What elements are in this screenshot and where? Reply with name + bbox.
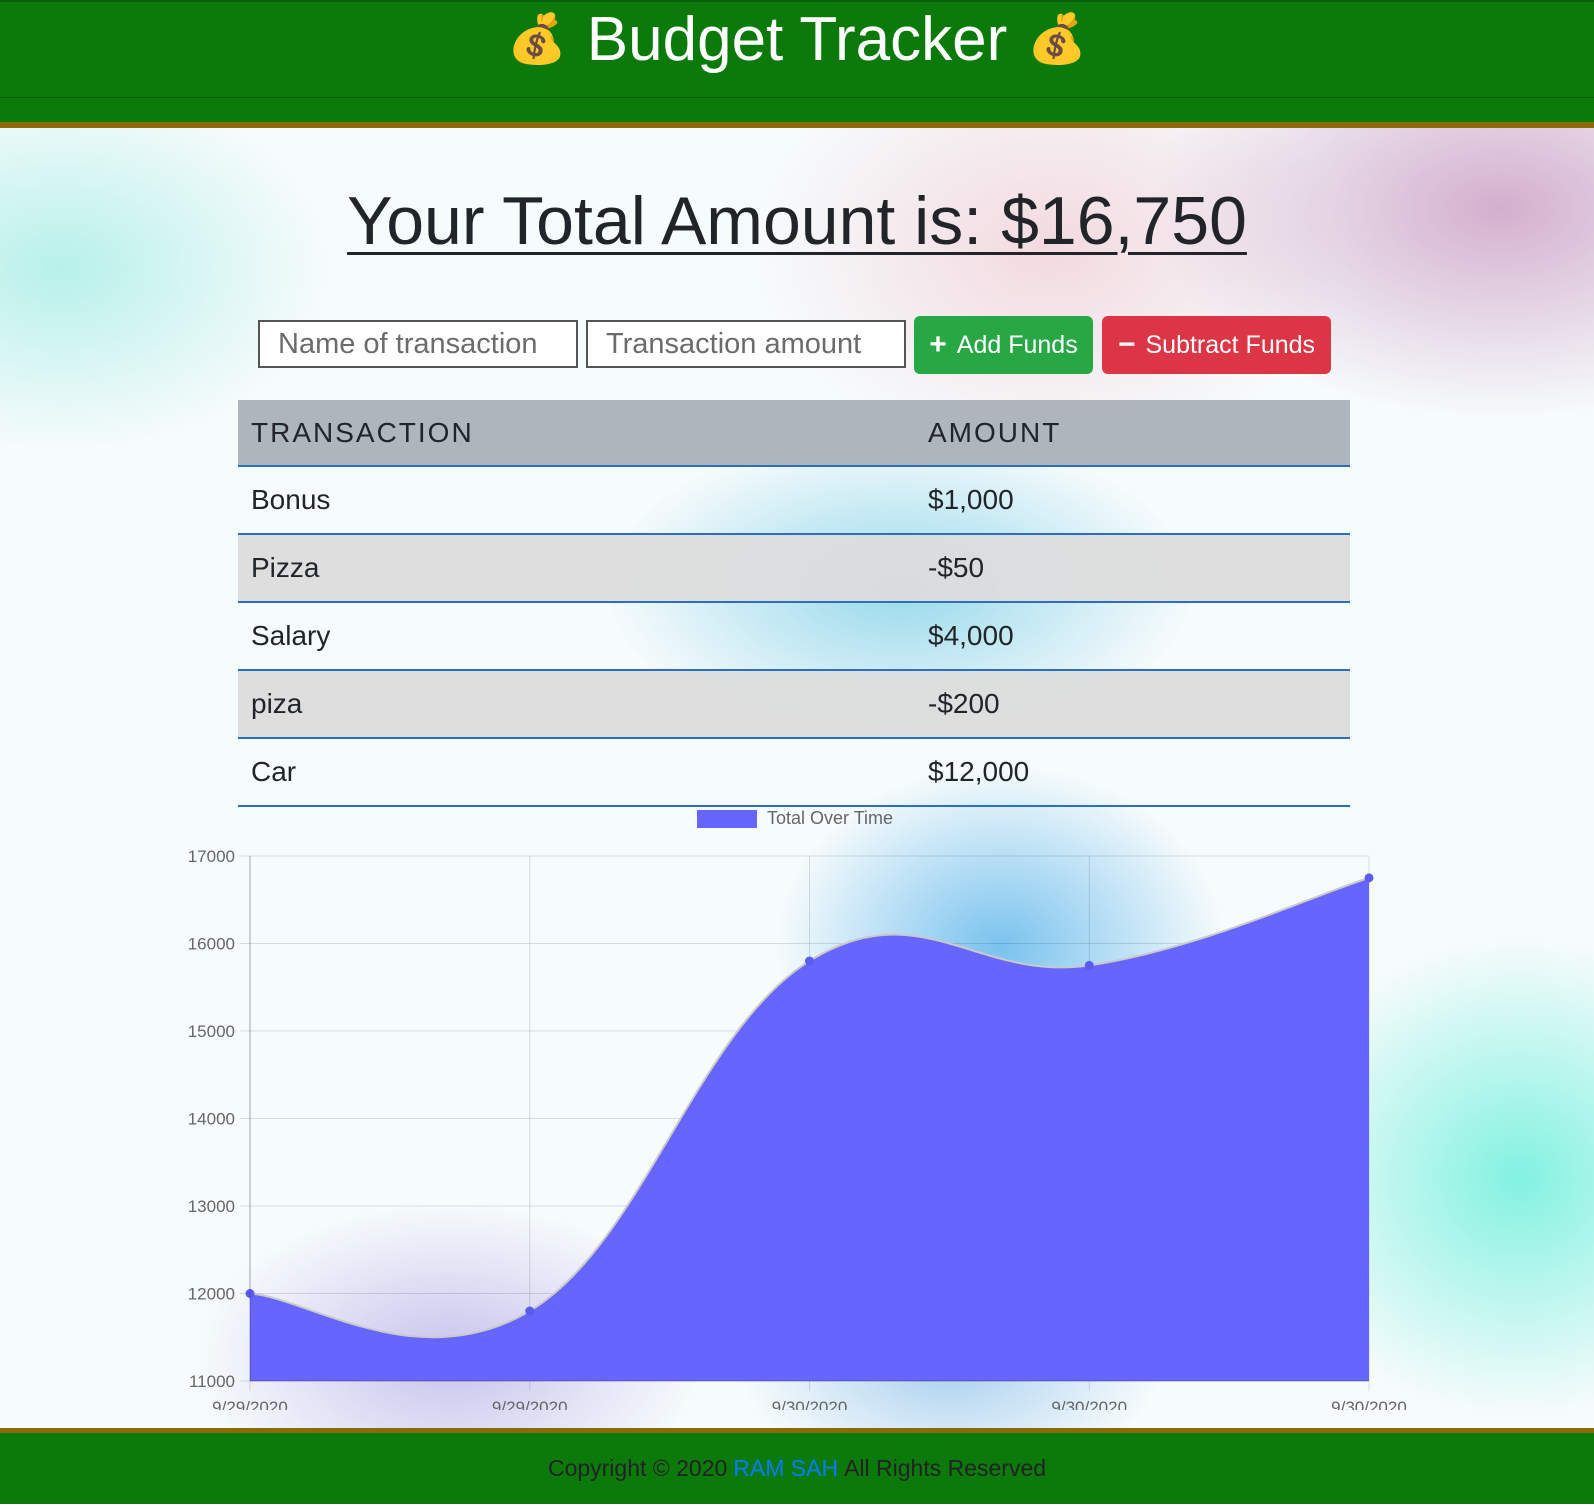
x-tick-label: 9/30/2020 [1331, 1398, 1407, 1410]
y-tick-label: 14000 [188, 1110, 235, 1129]
total-over-time-chart: 11000 12000 13000 14000 15000 16000 17000 9/29/… [188, 810, 1407, 1410]
add-funds-button[interactable]: + Add Funds [914, 316, 1093, 374]
add-funds-label: Add Funds [956, 330, 1078, 359]
table-row: Salary $4,000 [238, 602, 1350, 671]
data-point [525, 1306, 535, 1316]
author-link[interactable]: RAM SAH [733, 1455, 838, 1482]
data-point [805, 956, 814, 966]
y-tick-label: 13000 [188, 1197, 235, 1216]
legend-swatch [697, 810, 757, 828]
data-point [1364, 873, 1374, 883]
rights-text: All Rights Reserved [844, 1455, 1047, 1481]
table-row: Pizza -$50 [238, 534, 1350, 603]
column-header-transaction: TRANSACTION [238, 400, 915, 467]
x-tick-label: 9/30/2020 [1051, 1398, 1127, 1410]
legend-label: Total Over Time [767, 810, 893, 828]
bottom-strip [0, 1504, 1594, 1510]
transaction-name: Bonus [238, 466, 915, 535]
transaction-amount-input[interactable] [586, 320, 906, 368]
total-amount: Your Total Amount is: $16,750 [347, 183, 1247, 259]
transaction-name: Pizza [238, 534, 915, 603]
x-tick-label: 9/29/2020 [212, 1398, 288, 1410]
page-title: Budget Tracker [586, 4, 1008, 74]
transaction-name: Car [238, 738, 915, 807]
y-tick-label: 17000 [188, 847, 235, 866]
money-bag-icon: 💰 [1027, 12, 1087, 66]
y-tick-label: 15000 [188, 1022, 235, 1041]
y-tick-label: 11000 [189, 1372, 235, 1391]
transaction-amount: $1,000 [915, 466, 1350, 535]
transactions-table: TRANSACTION AMOUNT Bonus $1,000 Pizza -$… [238, 400, 1350, 807]
subtract-funds-button[interactable]: − Subtract Funds [1102, 316, 1331, 374]
transaction-amount: $4,000 [915, 602, 1350, 671]
x-tick-label: 9/29/2020 [492, 1398, 568, 1410]
table-row: Bonus $1,000 [238, 466, 1350, 535]
data-point [1084, 960, 1094, 970]
minus-icon: − [1117, 328, 1136, 361]
transaction-amount: -$200 [915, 670, 1350, 739]
transaction-name-input[interactable] [258, 320, 578, 368]
copyright-text: Copyright © 2020 [547, 1455, 728, 1481]
column-header-amount: AMOUNT [915, 400, 1350, 467]
y-tick-label: 12000 [188, 1285, 235, 1304]
money-bag-icon: 💰 [507, 12, 567, 66]
x-tick-label: 9/30/2020 [772, 1398, 848, 1410]
transaction-amount: -$50 [915, 534, 1350, 603]
transaction-form: + Add Funds − Subtract Funds [0, 316, 1594, 376]
page-footer: Copyright © 2020 RAM SAH All Rights Rese… [0, 1428, 1594, 1504]
transaction-amount: $12,000 [915, 738, 1350, 807]
plus-icon: + [929, 328, 947, 361]
table-row: Car $12,000 [238, 738, 1350, 807]
transaction-name: piza [238, 670, 915, 739]
y-tick-label: 16000 [188, 935, 235, 954]
header-title-row: 💰 Budget Tracker 💰 [0, 2, 1594, 98]
subtract-funds-label: Subtract Funds [1145, 330, 1316, 359]
app-header: 💰 Budget Tracker 💰 [0, 0, 1594, 128]
table-header-row: TRANSACTION AMOUNT [238, 400, 1350, 467]
transaction-name: Salary [238, 602, 915, 671]
table-row: piza -$200 [238, 670, 1350, 739]
